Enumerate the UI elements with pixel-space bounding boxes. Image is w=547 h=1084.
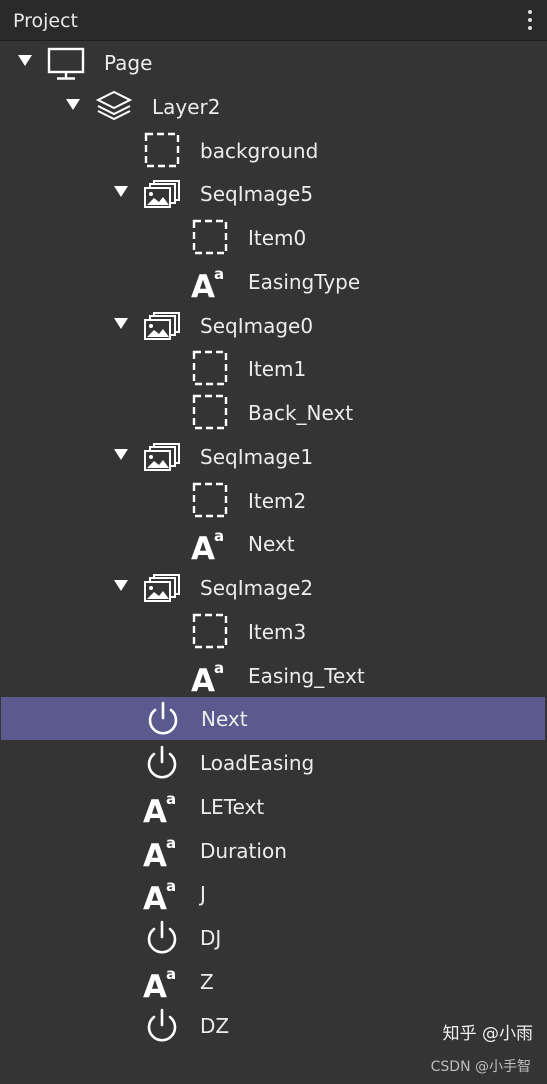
- expand-toggle-icon[interactable]: [18, 55, 32, 66]
- tree-item-label: EasingType: [248, 269, 361, 294]
- expand-toggle-icon[interactable]: [114, 448, 128, 460]
- tree-item-label: Item1: [248, 357, 307, 382]
- tree-item[interactable]: SeqImage5: [0, 172, 547, 215]
- svg-text:a: a: [214, 265, 224, 283]
- text-icon: Aa: [190, 522, 230, 565]
- expand-toggle-icon[interactable]: [66, 98, 80, 110]
- svg-text:a: a: [214, 527, 224, 545]
- svg-text:a: a: [166, 834, 176, 852]
- dashed-box-icon: [190, 479, 230, 522]
- svg-text:A: A: [143, 794, 167, 828]
- svg-text:a: a: [166, 965, 176, 983]
- svg-text:A: A: [191, 663, 215, 697]
- expand-toggle-icon[interactable]: [114, 580, 128, 591]
- tree-item[interactable]: Aa Z: [0, 960, 547, 1003]
- tree-item-label: Z: [200, 969, 214, 994]
- text-icon: Aa: [142, 829, 182, 872]
- tree-item[interactable]: Next: [1, 697, 545, 741]
- tree-item[interactable]: Aa Duration: [0, 829, 547, 872]
- tree-item[interactable]: Aa Easing_Text: [0, 654, 547, 697]
- tree-item-label: SeqImage1: [200, 444, 314, 469]
- tree-item[interactable]: SeqImage2: [0, 566, 547, 609]
- image-sequence-icon: [142, 566, 182, 609]
- expand-toggle-icon[interactable]: [114, 186, 128, 198]
- tree-item-label: Item0: [248, 226, 307, 250]
- tree-item[interactable]: Aa LEText: [0, 785, 547, 828]
- text-icon: Aa: [142, 960, 182, 1003]
- svg-text:a: a: [166, 877, 176, 895]
- svg-text:A: A: [191, 269, 215, 303]
- tree-item[interactable]: Back_Next: [0, 391, 547, 434]
- tree-item-label: background: [200, 138, 319, 163]
- svg-text:a: a: [166, 790, 176, 808]
- watermark-sub: CSDN @小手智: [430, 1059, 531, 1075]
- tree-item-label: Item3: [248, 619, 307, 644]
- tree-item[interactable]: Item0: [0, 216, 547, 259]
- tree-item[interactable]: LoadEasing: [0, 741, 547, 784]
- dashed-box-icon: [190, 216, 230, 259]
- svg-text:A: A: [191, 531, 215, 565]
- text-icon: Aa: [190, 654, 230, 697]
- tree-item[interactable]: DJ: [0, 916, 547, 959]
- dashed-box-icon: [190, 610, 230, 653]
- tree-item[interactable]: Aa EasingType: [0, 260, 547, 303]
- text-icon: Aa: [142, 785, 182, 828]
- tree-item-label: DZ: [200, 1013, 230, 1038]
- tree-item[interactable]: Aa Next: [0, 522, 547, 565]
- svg-text:A: A: [143, 969, 167, 1003]
- tree-item[interactable]: Layer2: [0, 85, 547, 128]
- power-icon: [142, 741, 182, 784]
- tree-item-label: Page: [104, 51, 153, 75]
- tree-item-label: SeqImage0: [200, 313, 314, 338]
- image-sequence-icon: [142, 435, 182, 478]
- tree-item-label: SeqImage2: [200, 576, 314, 600]
- tree-item-label: Item2: [248, 488, 307, 513]
- dashed-box-icon: [190, 347, 230, 390]
- power-icon: [142, 1004, 182, 1047]
- text-icon: Aa: [190, 260, 230, 303]
- image-sequence-icon: [142, 172, 182, 215]
- tree-item[interactable]: Item2: [0, 479, 547, 522]
- power-icon: [143, 697, 183, 740]
- tree-item-label: SeqImage5: [200, 182, 314, 207]
- tree-item-label: Next: [248, 532, 295, 557]
- svg-text:a: a: [214, 659, 224, 677]
- tree-item-label: LoadEasing: [200, 751, 315, 775]
- tree-item-label: J: [200, 882, 206, 907]
- tree-item[interactable]: Item1: [0, 347, 547, 390]
- tree-item-label: Duration: [200, 838, 287, 863]
- tree-item[interactable]: SeqImage1: [0, 435, 547, 478]
- tree-item-label: Easing_Text: [248, 663, 365, 688]
- tree-item[interactable]: Item3: [0, 610, 547, 653]
- power-icon: [142, 916, 182, 959]
- layers-icon: [94, 85, 134, 128]
- svg-text:A: A: [143, 838, 167, 872]
- tree-item-label: Layer2: [152, 94, 221, 119]
- expand-toggle-icon[interactable]: [114, 317, 128, 329]
- dashed-box-icon: [142, 129, 182, 172]
- tree-item-label: LEText: [200, 794, 265, 819]
- svg-text:A: A: [143, 881, 167, 915]
- tree-item[interactable]: SeqImage0: [0, 304, 547, 347]
- tree-item-label: Back_Next: [248, 401, 354, 425]
- more-vertical-icon[interactable]: [527, 10, 533, 32]
- watermark: 知乎 @小雨: [442, 1024, 533, 1044]
- tree-item-label: Next: [201, 707, 248, 732]
- tree-item[interactable]: Aa J: [0, 872, 547, 915]
- tree-item-label: DJ: [200, 926, 222, 950]
- image-sequence-icon: [142, 304, 182, 347]
- text-icon: Aa: [142, 872, 182, 915]
- monitor-icon: [46, 41, 86, 84]
- dashed-box-icon: [190, 391, 230, 434]
- panel-header: Project: [0, 0, 547, 41]
- panel-title: Project: [13, 10, 79, 32]
- tree-item[interactable]: background: [0, 129, 547, 172]
- tree-item[interactable]: Page: [0, 41, 547, 84]
